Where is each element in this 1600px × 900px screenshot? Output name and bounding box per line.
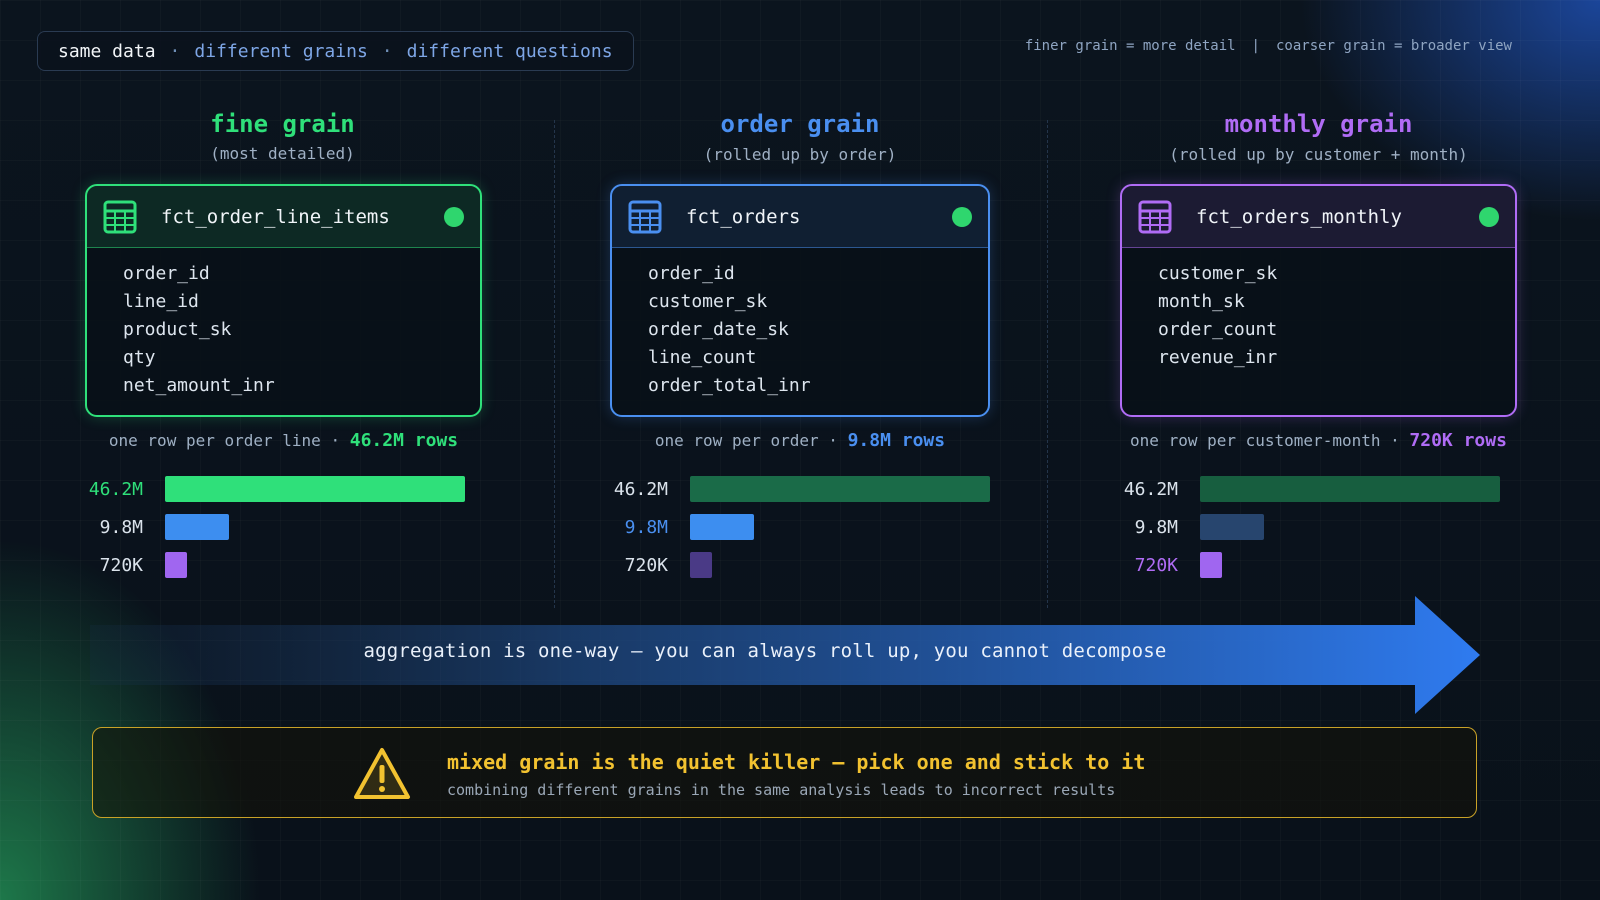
field-name: revenue_inr <box>1158 347 1278 368</box>
field-name: order_id <box>123 263 210 284</box>
bar-row: 9.8M <box>85 512 229 542</box>
field-name: customer_sk <box>1158 263 1278 284</box>
status-dot <box>444 206 464 227</box>
row-count-bar-chart-order: 46.2M 9.8M 720K <box>610 474 1030 594</box>
bar <box>690 514 754 540</box>
row-description: one row per order <box>654 431 819 450</box>
table-card-fct-orders-monthly[interactable]: fct_orders_monthly customer_sk month_sk … <box>1120 184 1517 417</box>
pill-text-different-questions: different questions <box>406 40 613 62</box>
field-name: line_count <box>648 347 757 368</box>
field-name: month_sk <box>1158 291 1245 312</box>
row-count-bar-chart-fine: 46.2M 9.8M 720K <box>85 474 505 594</box>
pill-text-different-grains: different grains <box>194 40 368 62</box>
row-count-value: 46.2M rows <box>349 430 459 451</box>
table-name: fct_orders <box>686 205 801 228</box>
column-title-fine: fine grain <box>210 110 355 138</box>
column-title-order: order grain <box>720 110 880 138</box>
table-card-header: fct_order_line_items <box>87 186 480 248</box>
table-icon <box>628 200 662 233</box>
bar-row: 46.2M <box>610 474 990 504</box>
row-separator: · <box>1390 431 1400 450</box>
legend-separator: | <box>1251 38 1260 54</box>
bar <box>690 552 712 578</box>
row-count-fine: one row per order line · 46.2M rows <box>85 430 482 451</box>
status-dot <box>952 206 972 227</box>
bar-row: 9.8M <box>610 512 754 542</box>
grain-legend: finer grain = more detail | coarser grai… <box>1025 38 1512 54</box>
bar-label: 9.8M <box>624 516 668 538</box>
row-count-order: one row per order · 9.8M rows <box>610 430 990 451</box>
table-card-fct-order-line-items[interactable]: fct_order_line_items order_id line_id pr… <box>85 184 482 417</box>
column-divider <box>554 120 555 608</box>
field-list: order_id line_id product_sk qty net_amou… <box>87 248 480 400</box>
legend-finer: finer grain = more detail <box>1024 38 1236 54</box>
row-count-bar-chart-monthly: 46.2M 9.8M 720K <box>1120 474 1540 594</box>
bar-row: 46.2M <box>85 474 465 504</box>
field-name: net_amount_inr <box>123 375 275 396</box>
bar-label: 46.2M <box>613 478 668 500</box>
table-name: fct_order_line_items <box>161 205 390 228</box>
legend-coarser: coarser grain = broader view <box>1275 38 1512 54</box>
row-separator: · <box>828 431 838 450</box>
warning-title: mixed grain is the quiet killer — pick o… <box>447 750 1146 774</box>
row-count-value: 9.8M rows <box>847 430 946 451</box>
bar <box>1200 552 1222 578</box>
column-subtitle-monthly: (rolled up by customer + month) <box>1169 145 1468 164</box>
bar-row: 720K <box>1120 550 1222 580</box>
pill-separator: · <box>381 40 393 62</box>
row-count-monthly: one row per customer-month · 720K rows <box>1120 430 1517 451</box>
bar-label: 46.2M <box>1123 478 1178 500</box>
table-icon <box>103 200 137 233</box>
field-name: qty <box>123 347 156 368</box>
warning-triangle-icon <box>354 748 410 799</box>
bar-label: 720K <box>1134 554 1178 576</box>
bar-row: 720K <box>610 550 712 580</box>
table-icon <box>1138 200 1172 233</box>
bar-label: 9.8M <box>1134 516 1178 538</box>
bar <box>165 476 465 502</box>
column-divider <box>1047 120 1048 608</box>
bar-label: 720K <box>99 554 143 576</box>
bar-label: 9.8M <box>99 516 143 538</box>
aggregation-arrow-text: aggregation is one-way — you can always … <box>363 640 1167 662</box>
bar-row: 9.8M <box>1120 512 1264 542</box>
pill-text-same-data: same data <box>58 40 156 62</box>
column-title-monthly: monthly grain <box>1224 110 1413 138</box>
row-description: one row per order line <box>108 431 321 450</box>
bar <box>690 476 990 502</box>
bar <box>1200 514 1264 540</box>
bar-label: 46.2M <box>88 478 143 500</box>
field-list: order_id customer_sk order_date_sk line_… <box>612 248 988 400</box>
status-dot <box>1479 206 1499 227</box>
table-card-header: fct_orders_monthly <box>1122 186 1515 248</box>
bar <box>1200 476 1500 502</box>
table-name: fct_orders_monthly <box>1196 205 1402 228</box>
bar-label: 720K <box>624 554 668 576</box>
row-count-value: 720K rows <box>1409 430 1507 451</box>
field-list: customer_sk month_sk order_count revenue… <box>1122 248 1515 372</box>
column-subtitle-order: (rolled up by order) <box>703 145 897 164</box>
bar-row: 46.2M <box>1120 474 1500 504</box>
field-name: order_total_inr <box>648 375 811 396</box>
row-description: one row per customer-month <box>1130 431 1381 450</box>
field-name: order_count <box>1158 319 1278 340</box>
table-card-fct-orders[interactable]: fct_orders order_id customer_sk order_da… <box>610 184 990 417</box>
table-card-header: fct_orders <box>612 186 988 248</box>
bar-row: 720K <box>85 550 187 580</box>
pill-separator: · <box>169 40 181 62</box>
field-name: line_id <box>123 291 199 312</box>
row-separator: · <box>330 431 341 450</box>
warning-subtitle: combining different grains in the same a… <box>447 781 1116 799</box>
field-name: customer_sk <box>648 291 768 312</box>
bar <box>165 514 229 540</box>
field-name: product_sk <box>123 319 232 340</box>
header-pill: same data · different grains · different… <box>37 31 634 71</box>
field-name: order_id <box>648 263 735 284</box>
column-subtitle-fine: (most detailed) <box>210 144 355 163</box>
bar <box>165 552 187 578</box>
field-name: order_date_sk <box>648 319 789 340</box>
